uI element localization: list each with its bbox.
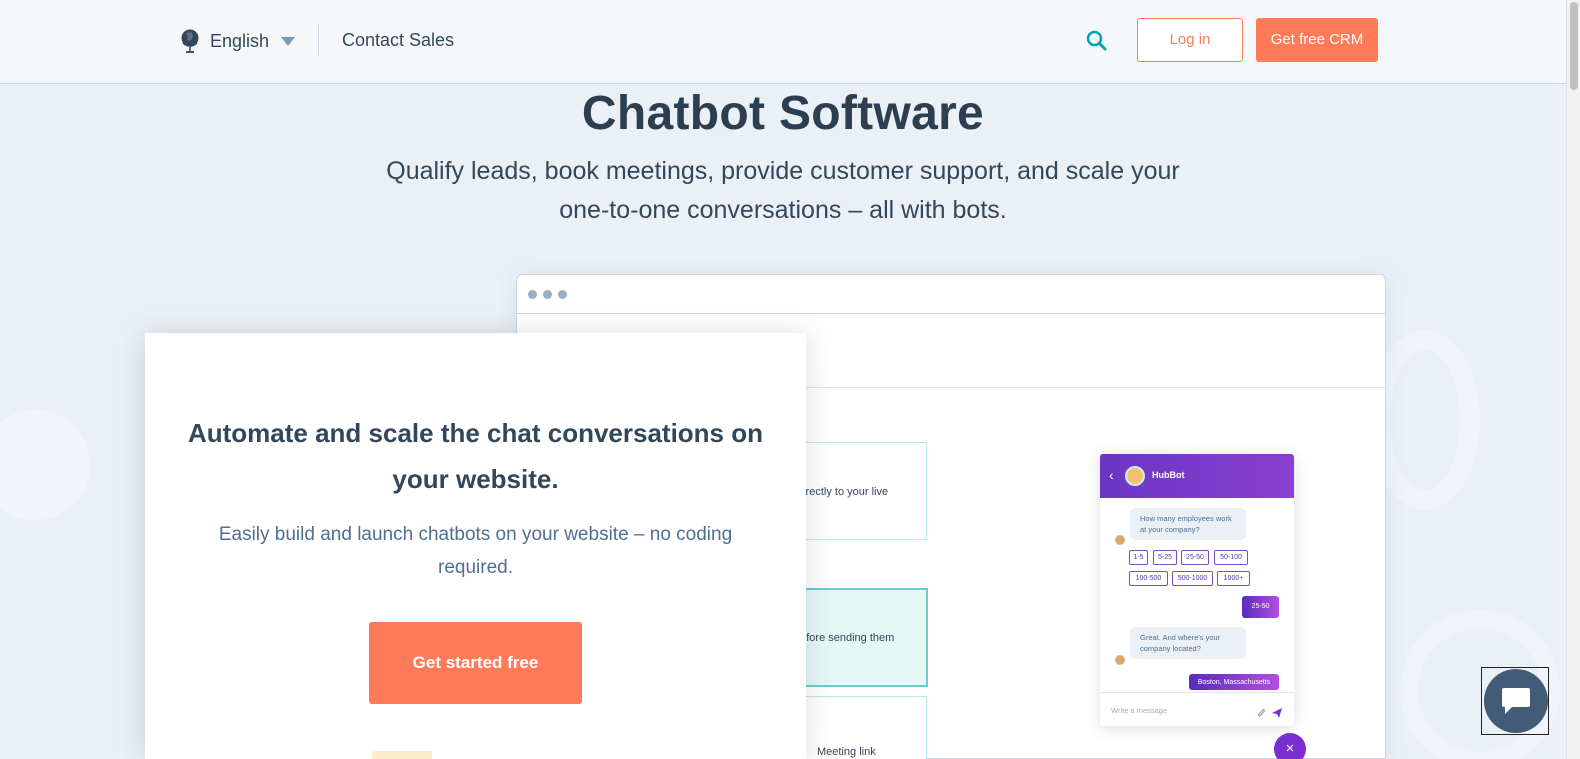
- panel-next-element: [372, 751, 432, 759]
- option-chip[interactable]: 1000+: [1217, 571, 1250, 586]
- attachment-icon[interactable]: [1256, 705, 1266, 723]
- caret-down-icon: [281, 36, 296, 46]
- flow-card-text: directly to your live: [797, 486, 889, 498]
- login-button[interactable]: Log in: [1137, 18, 1243, 62]
- send-icon[interactable]: [1272, 705, 1282, 723]
- option-chip[interactable]: 25-50: [1181, 550, 1209, 565]
- window-dot: [558, 290, 567, 299]
- chat-input[interactable]: Write a message: [1100, 692, 1294, 726]
- chat-input-placeholder: Write a message: [1111, 706, 1168, 715]
- hero-subtitle: Qualify leads, book meetings, provide cu…: [386, 157, 1180, 224]
- nav-divider: [318, 24, 319, 56]
- chat-bubble-icon: [1500, 685, 1532, 722]
- decor-circle: [0, 410, 90, 520]
- chat-header: ‹ HubBot: [1100, 454, 1294, 498]
- flow-card-text: before sending them: [794, 632, 895, 644]
- chat-widget: ‹ HubBot How many employees work at your…: [1100, 454, 1294, 726]
- decor-circle: [1370, 330, 1480, 510]
- chat-launcher-button[interactable]: [1484, 669, 1548, 733]
- close-icon[interactable]: ×: [1274, 733, 1306, 759]
- window-dot: [528, 290, 537, 299]
- globe-icon: [180, 28, 200, 54]
- page-scrollbar[interactable]: [1566, 0, 1580, 759]
- user-reply: Boston, Massachusetts: [1189, 674, 1279, 690]
- top-nav: English Contact Sales Log in Get free CR…: [0, 0, 1566, 84]
- user-reply: 25-50: [1242, 596, 1279, 618]
- get-free-crm-button[interactable]: Get free CRM: [1256, 18, 1378, 62]
- bot-avatar-small: [1115, 535, 1125, 545]
- option-chip[interactable]: 1-5: [1129, 550, 1148, 565]
- language-label: English: [210, 30, 270, 51]
- flow-card-text: Meeting link: [817, 746, 876, 758]
- option-chip[interactable]: 100-500: [1129, 571, 1168, 586]
- bot-message: How many employees work at your company?: [1130, 508, 1246, 540]
- window-dot: [543, 290, 552, 299]
- page-title: Chatbot Software: [581, 87, 985, 140]
- get-started-button[interactable]: Get started free: [369, 622, 582, 704]
- contact-sales-link[interactable]: Contact Sales: [342, 30, 454, 51]
- option-chip[interactable]: 50-100: [1214, 550, 1248, 565]
- bot-message: Great. And where's your company located?: [1130, 627, 1246, 659]
- bot-avatar-small: [1115, 655, 1125, 665]
- back-chevron-icon[interactable]: ‹: [1109, 467, 1114, 483]
- feature-panel: Automate and scale the chat conversation…: [145, 333, 806, 759]
- browser-titlebar: [517, 275, 1385, 314]
- option-chip[interactable]: 500-1000: [1172, 571, 1213, 586]
- language-selector[interactable]: English: [180, 27, 296, 55]
- bot-avatar: [1125, 466, 1145, 486]
- scrollbar-thumb[interactable]: [1570, 2, 1578, 90]
- panel-description: Easily build and launch chatbots on your…: [218, 524, 733, 578]
- bot-name: HubBot: [1152, 470, 1185, 480]
- panel-title: Automate and scale the chat conversation…: [187, 418, 764, 494]
- option-chip[interactable]: 5-25: [1153, 550, 1177, 565]
- search-icon[interactable]: [1084, 28, 1110, 54]
